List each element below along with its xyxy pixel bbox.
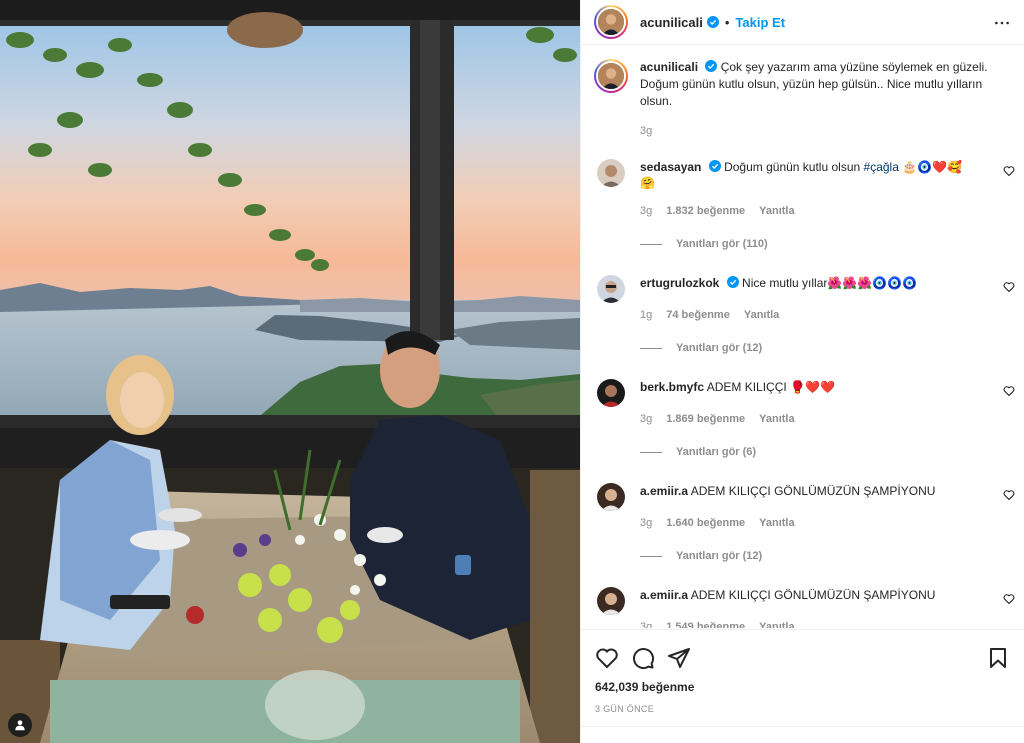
share-icon[interactable] bbox=[667, 646, 691, 670]
view-replies-label: Yanıtları gör (12) bbox=[676, 550, 763, 562]
comment-username[interactable]: ertugrulozkok bbox=[640, 276, 719, 290]
view-replies-label: Yanıtları gör (6) bbox=[676, 446, 757, 458]
comment-time[interactable]: 3g bbox=[640, 411, 652, 427]
view-replies-button[interactable]: Yanıtları gör (6) bbox=[640, 444, 970, 460]
avatar-image bbox=[597, 587, 625, 615]
avatar-image bbox=[598, 63, 624, 89]
photo-scene bbox=[0, 0, 580, 743]
divider bbox=[581, 726, 1024, 727]
caption-avatar[interactable] bbox=[594, 59, 628, 93]
hashtag-link[interactable]: #çağla bbox=[864, 160, 899, 174]
comment-username[interactable]: a.emiir.a bbox=[640, 484, 688, 498]
verified-badge-icon bbox=[706, 16, 719, 28]
avatar-image bbox=[597, 275, 625, 303]
comment-text: Doğum günün kutlu olsun bbox=[724, 160, 864, 174]
verified-badge-icon bbox=[708, 160, 721, 172]
comment-avatar[interactable] bbox=[597, 483, 625, 511]
comment-time[interactable]: 1g bbox=[640, 307, 652, 323]
comment-username[interactable]: a.emiir.a bbox=[640, 588, 688, 602]
author-username[interactable]: acunilicali bbox=[640, 15, 703, 30]
comment-likes[interactable]: 1.640 beğenme bbox=[666, 515, 745, 531]
comment-avatar[interactable] bbox=[597, 379, 625, 407]
comment-time[interactable]: 3g bbox=[640, 515, 652, 531]
post-header: acunilicali • Takip Et bbox=[581, 0, 1024, 45]
comment-text: ADEM KILIÇÇI bbox=[706, 380, 791, 394]
author-avatar[interactable] bbox=[594, 5, 628, 39]
post-date: 3 GÜN ÖNCE bbox=[595, 704, 655, 714]
comment-likes[interactable]: 74 beğenme bbox=[666, 307, 730, 323]
post-actions: 642,039 beğenme 3 GÜN ÖNCE bbox=[581, 629, 1024, 743]
comment-time[interactable]: 3g bbox=[640, 619, 652, 628]
comment-item: a.emiir.a ADEM KILIÇÇI GÖNLÜMÜZÜN ŞAMPİY… bbox=[581, 587, 1024, 628]
avatar-image bbox=[597, 159, 625, 187]
caption-username[interactable]: acunilicali bbox=[640, 60, 698, 74]
heart-icon[interactable] bbox=[1003, 489, 1015, 501]
post-side-panel: acunilicali • Takip Et acunilicali Çok ş… bbox=[580, 0, 1024, 743]
caption-time[interactable]: 3g bbox=[640, 123, 1010, 140]
comment-item: sedasayan Doğum günün kutlu olsun #çağla… bbox=[581, 159, 1024, 252]
heart-icon[interactable] bbox=[1003, 593, 1015, 605]
verified-badge-icon bbox=[726, 276, 739, 288]
comment-likes[interactable]: 1.549 beğenme bbox=[666, 619, 745, 628]
reply-button[interactable]: Yanıtla bbox=[759, 515, 794, 531]
user-tag-button[interactable] bbox=[8, 713, 32, 737]
comment-username[interactable]: sedasayan bbox=[640, 160, 701, 174]
comment-icon[interactable] bbox=[631, 646, 655, 670]
comment-avatar[interactable] bbox=[597, 275, 625, 303]
view-replies-label: Yanıtları gör (12) bbox=[676, 342, 763, 354]
comment-emoji: 🌺🌺🌺🧿🧿🧿 bbox=[827, 276, 918, 290]
comment-text: ADEM KILIÇÇI GÖNLÜMÜZÜN ŞAMPİYONU bbox=[690, 588, 936, 602]
heart-icon[interactable] bbox=[595, 646, 619, 670]
view-replies-button[interactable]: Yanıtları gör (12) bbox=[640, 340, 970, 356]
heart-icon[interactable] bbox=[1003, 385, 1015, 397]
avatar-image bbox=[598, 9, 624, 35]
comment-avatar[interactable] bbox=[597, 159, 625, 187]
reply-button[interactable]: Yanıtla bbox=[759, 411, 794, 427]
reply-button[interactable]: Yanıtla bbox=[744, 307, 779, 323]
comment-avatar[interactable] bbox=[597, 587, 625, 615]
user-tag-icon bbox=[15, 720, 25, 731]
more-options-icon bbox=[995, 21, 1009, 25]
post-dialog: acunilicali • Takip Et acunilicali Çok ş… bbox=[0, 0, 1024, 743]
follow-button[interactable]: Takip Et bbox=[735, 15, 785, 30]
reply-button[interactable]: Yanıtla bbox=[759, 619, 794, 628]
post-photo[interactable] bbox=[0, 0, 580, 743]
post-caption: acunilicali Çok şey yazarım ama yüzüne s… bbox=[581, 45, 1024, 140]
comment-text: ADEM KILIÇÇI GÖNLÜMÜZÜN ŞAMPİYONU bbox=[690, 484, 936, 498]
view-replies-button[interactable]: Yanıtları gör (110) bbox=[640, 236, 970, 252]
like-count[interactable]: 642,039 beğenme bbox=[581, 674, 1024, 694]
comment-item: ertugrulozkok Nice mutlu yıllar🌺🌺🌺🧿🧿🧿 1g… bbox=[581, 275, 1024, 356]
comment-item: a.emiir.a ADEM KILIÇÇI GÖNLÜMÜZÜN ŞAMPİY… bbox=[581, 483, 1024, 564]
comment-item: berk.bmyfc ADEM KILIÇÇI 🥊❤️❤️ 3g 1.869 b… bbox=[581, 379, 1024, 460]
view-replies-button[interactable]: Yanıtları gör (12) bbox=[640, 548, 970, 564]
comment-time[interactable]: 3g bbox=[640, 203, 652, 219]
view-replies-label: Yanıtları gör (110) bbox=[676, 238, 768, 250]
heart-icon[interactable] bbox=[1003, 281, 1015, 293]
comment-username[interactable]: berk.bmyfc bbox=[640, 380, 704, 394]
reply-button[interactable]: Yanıtla bbox=[759, 203, 794, 219]
heart-icon[interactable] bbox=[1003, 165, 1015, 177]
avatar-image bbox=[597, 379, 625, 407]
verified-badge-icon bbox=[705, 60, 718, 72]
avatar-image bbox=[597, 483, 625, 511]
comments-list[interactable]: acunilicali Çok şey yazarım ama yüzüne s… bbox=[581, 45, 1024, 628]
more-options-button[interactable] bbox=[992, 13, 1012, 33]
comment-likes[interactable]: 1.869 beğenme bbox=[666, 411, 745, 427]
dot-separator: • bbox=[724, 14, 730, 30]
comment-emoji: 🥊❤️❤️ bbox=[790, 380, 835, 394]
bookmark-icon[interactable] bbox=[986, 646, 1010, 670]
comment-likes[interactable]: 1.832 beğenme bbox=[666, 203, 745, 219]
comment-text: Nice mutlu yıllar bbox=[742, 276, 828, 290]
